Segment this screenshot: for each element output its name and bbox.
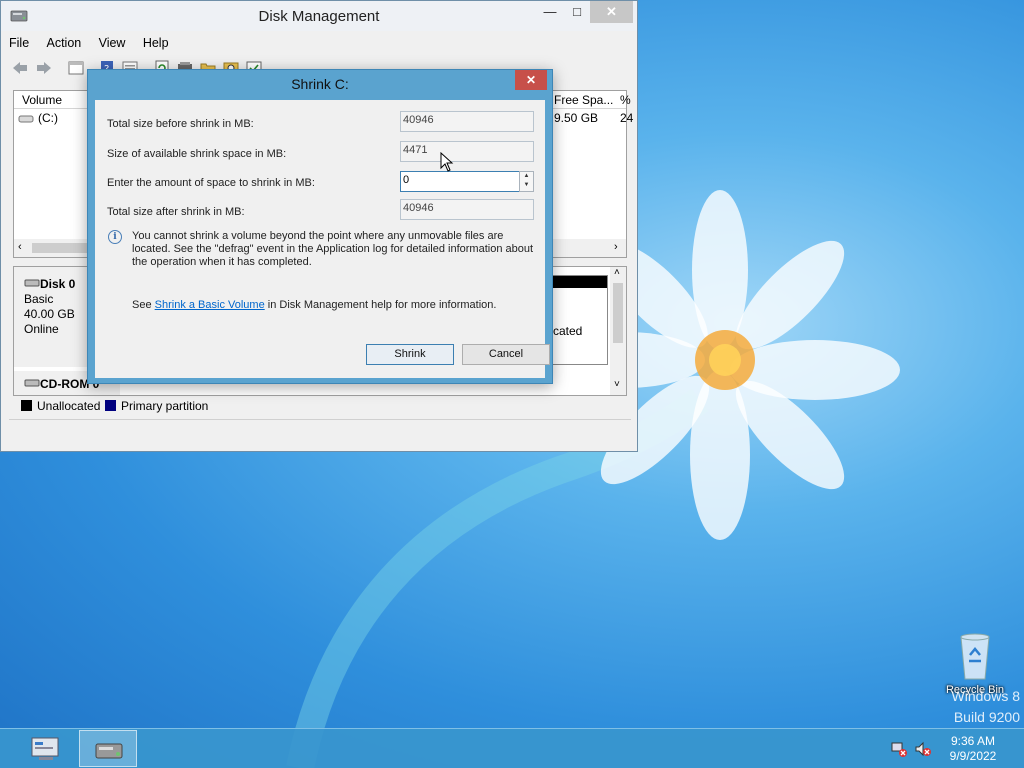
column-percent[interactable]: %: [620, 93, 631, 107]
volume-name: (C:): [38, 111, 58, 125]
taskbar-disk-management[interactable]: [79, 730, 137, 767]
available-shrink-value: 4471: [400, 141, 534, 162]
scroll-left-icon[interactable]: ‹: [18, 241, 22, 253]
info-message: You cannot shrink a volume beyond the po…: [132, 230, 534, 268]
volume-percent: 24: [620, 111, 634, 125]
help-line: See Shrink a Basic Volume in Disk Manage…: [132, 299, 497, 311]
total-before-label: Total size before shrink in MB:: [107, 118, 254, 130]
spin-up-icon[interactable]: ▲: [520, 172, 533, 181]
scroll-right-icon[interactable]: ›: [614, 241, 618, 253]
windows-watermark: Windows 8 Build 9200: [951, 688, 1020, 725]
legend-primary: Primary partition: [105, 399, 208, 413]
shrink-amount-input[interactable]: 0: [400, 171, 520, 192]
hard-disk-icon: [24, 279, 40, 287]
column-volume[interactable]: Volume: [22, 93, 62, 107]
legend-unallocated: Unallocated: [21, 399, 100, 413]
shrink-dialog: Shrink C: ✕ Total size before shrink in …: [87, 69, 553, 384]
console-tree-icon[interactable]: [67, 59, 85, 77]
server-manager-icon: [31, 737, 59, 760]
disk-management-taskbar-icon: [95, 743, 123, 759]
dialog-close-button[interactable]: ✕: [515, 70, 547, 90]
legend-unallocated-swatch: [21, 400, 32, 411]
recycle-bin-icon: [960, 633, 990, 680]
taskbar: 9:36 AM 9/9/2022: [0, 728, 1024, 768]
cancel-button[interactable]: Cancel: [462, 344, 550, 365]
scroll-thumb[interactable]: [32, 243, 92, 253]
clock-time: 9:36 AM: [950, 734, 996, 748]
legend: Unallocated Primary partition: [13, 397, 627, 415]
volume-free: 9.50 GB: [554, 111, 599, 125]
vertical-scroll-thumb[interactable]: [613, 283, 623, 343]
column-free-space[interactable]: Free Spa...: [554, 93, 613, 107]
close-button[interactable]: ✕: [590, 1, 633, 23]
volume-muted-icon[interactable]: [914, 741, 932, 757]
minimize-button[interactable]: —: [536, 1, 564, 23]
clock-date: 9/9/2022: [949, 749, 997, 763]
available-shrink-label: Size of available shrink space in MB:: [107, 148, 287, 160]
partition-text: cated: [553, 324, 583, 338]
menu-bar: File Action View Help: [9, 33, 183, 53]
dialog-title: Shrink C:: [291, 76, 349, 92]
shrink-help-link[interactable]: Shrink a Basic Volume: [155, 299, 265, 311]
info-icon: i: [108, 230, 122, 244]
status-bar: [9, 419, 631, 441]
network-error-icon[interactable]: [890, 741, 908, 757]
forward-arrow-icon[interactable]: [35, 59, 53, 77]
shrink-amount-label: Enter the amount of space to shrink in M…: [107, 177, 315, 189]
total-before-value: 40946: [400, 111, 534, 132]
mouse-cursor-icon: [440, 152, 454, 172]
shrink-button[interactable]: Shrink: [366, 344, 454, 365]
partition-header: [553, 276, 607, 288]
menu-view[interactable]: View: [99, 33, 126, 53]
total-after-label: Total size after shrink in MB:: [107, 206, 245, 218]
maximize-button[interactable]: □: [564, 1, 590, 23]
legend-primary-swatch: [105, 400, 116, 411]
dialog-body: Total size before shrink in MB: 40946 Si…: [95, 100, 550, 378]
scroll-up-icon[interactable]: ˄: [614, 267, 620, 278]
partition-block[interactable]: cated: [552, 275, 608, 365]
title-bar[interactable]: Disk Management — □ ✕: [1, 1, 637, 31]
drive-icon: [18, 115, 34, 123]
menu-action[interactable]: Action: [47, 33, 82, 53]
shrink-amount-stepper[interactable]: ▲ ▼: [519, 171, 534, 192]
menu-file[interactable]: File: [9, 33, 29, 53]
menu-help[interactable]: Help: [143, 33, 169, 53]
total-after-value: 40946: [400, 199, 534, 220]
taskbar-server-manager[interactable]: [17, 730, 75, 767]
back-arrow-icon[interactable]: [11, 59, 29, 77]
spin-down-icon[interactable]: ▼: [520, 181, 533, 190]
vertical-scrollbar[interactable]: ˄ ˅: [610, 267, 626, 395]
taskbar-clock[interactable]: 9:36 AM 9/9/2022: [940, 734, 1006, 764]
cdrom-icon: [24, 379, 40, 387]
scroll-down-icon[interactable]: ˅: [614, 379, 620, 390]
